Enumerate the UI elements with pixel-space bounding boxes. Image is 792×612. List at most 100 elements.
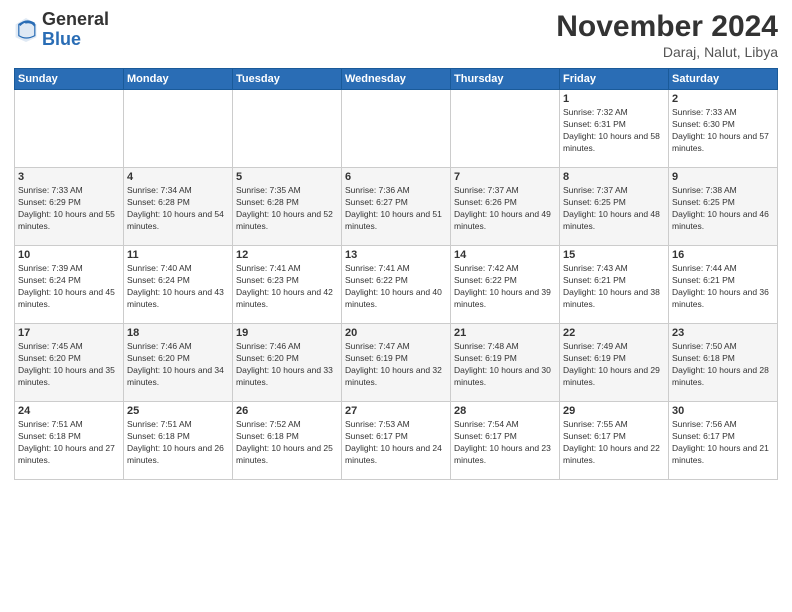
day-info-line: Sunrise: 7:56 AM xyxy=(672,419,774,431)
day-info-line: Sunset: 6:31 PM xyxy=(563,119,665,131)
calendar-cell-w3-d1: 10Sunrise: 7:39 AMSunset: 6:24 PMDayligh… xyxy=(15,246,124,324)
day-info-line: Sunset: 6:17 PM xyxy=(672,431,774,443)
day-info-line: Daylight: 10 hours and 29 minutes. xyxy=(563,365,665,389)
day-info-line: Sunrise: 7:49 AM xyxy=(563,341,665,353)
day-info-line: Sunset: 6:18 PM xyxy=(236,431,338,443)
day-info-line: Sunrise: 7:32 AM xyxy=(563,107,665,119)
day-number: 1 xyxy=(563,93,665,105)
day-info-line: Sunset: 6:20 PM xyxy=(127,353,229,365)
day-info-line: Daylight: 10 hours and 39 minutes. xyxy=(454,287,556,311)
day-info-line: Sunset: 6:24 PM xyxy=(18,275,120,287)
day-info-line: Sunrise: 7:51 AM xyxy=(18,419,120,431)
calendar-cell-w2-d6: 8Sunrise: 7:37 AMSunset: 6:25 PMDaylight… xyxy=(560,168,669,246)
day-info-line: Daylight: 10 hours and 46 minutes. xyxy=(672,209,774,233)
day-number: 20 xyxy=(345,327,447,339)
day-info-line: Sunrise: 7:50 AM xyxy=(672,341,774,353)
calendar-cell-w4-d3: 19Sunrise: 7:46 AMSunset: 6:20 PMDayligh… xyxy=(233,324,342,402)
calendar-cell-w4-d4: 20 Sunrise: 7:47 AMSunset: 6:19 PMDayligh… xyxy=(342,324,451,402)
day-number: 13 xyxy=(345,249,447,261)
day-number: 15 xyxy=(563,249,665,261)
day-info-line: Sunset: 6:25 PM xyxy=(563,197,665,209)
day-number: 18 xyxy=(127,327,229,339)
calendar-header-row: Sunday Monday Tuesday Wednesday Thursday… xyxy=(15,69,778,90)
day-info-line: Sunset: 6:18 PM xyxy=(672,353,774,365)
calendar-week-1: 1 Sunrise: 7:32 AMSunset: 6:31 PMDaylight… xyxy=(15,90,778,168)
day-info-line: Sunrise: 7:33 AM xyxy=(672,107,774,119)
day-info-line: Sunrise: 7:36 AM xyxy=(345,185,447,197)
day-number: 14 xyxy=(454,249,556,261)
day-info-line: Sunrise: 7:44 AM xyxy=(672,263,774,275)
day-info-line: Sunset: 6:19 PM xyxy=(454,353,556,365)
day-info-line: Daylight: 10 hours and 48 minutes. xyxy=(563,209,665,233)
calendar-cell-w4-d5: 21Sunrise: 7:48 AMSunset: 6:19 PMDayligh… xyxy=(451,324,560,402)
day-info-line: Daylight: 10 hours and 23 minutes. xyxy=(454,443,556,467)
day-number: 16 xyxy=(672,249,774,261)
day-info-line: Sunset: 6:20 PM xyxy=(236,353,338,365)
day-number: 28 xyxy=(454,405,556,417)
calendar-cell-w5-d7: 30Sunrise: 7:56 AMSunset: 6:17 PMDayligh… xyxy=(669,402,778,480)
day-info-line: Daylight: 10 hours and 54 minutes. xyxy=(127,209,229,233)
calendar-cell-w4-d6: 22Sunrise: 7:49 AMSunset: 6:19 PMDayligh… xyxy=(560,324,669,402)
header-thursday: Thursday xyxy=(451,69,560,90)
day-info-line: Sunrise: 7:46 AM xyxy=(127,341,229,353)
day-info-line: Sunset: 6:29 PM xyxy=(18,197,120,209)
day-info-line: Sunset: 6:19 PM xyxy=(563,353,665,365)
day-number: 11 xyxy=(127,249,229,261)
calendar-cell-w3-d5: 14Sunrise: 7:42 AMSunset: 6:22 PMDayligh… xyxy=(451,246,560,324)
day-number: 27 xyxy=(345,405,447,417)
day-info-line: Daylight: 10 hours and 24 minutes. xyxy=(345,443,447,467)
day-info-line: Sunset: 6:18 PM xyxy=(127,431,229,443)
day-number: 12 xyxy=(236,249,338,261)
day-info-line: Sunset: 6:23 PM xyxy=(236,275,338,287)
day-info-line: Daylight: 10 hours and 32 minutes. xyxy=(345,365,447,389)
calendar-cell-w2-d5: 7Sunrise: 7:37 AMSunset: 6:26 PMDaylight… xyxy=(451,168,560,246)
day-info-line: Sunrise: 7:54 AM xyxy=(454,419,556,431)
day-info-line: Sunset: 6:17 PM xyxy=(345,431,447,443)
day-number: 29 xyxy=(563,405,665,417)
day-info-line: Daylight: 10 hours and 34 minutes. xyxy=(127,365,229,389)
day-info-line: Sunset: 6:24 PM xyxy=(127,275,229,287)
calendar-cell-w2-d7: 9Sunrise: 7:38 AMSunset: 6:25 PMDaylight… xyxy=(669,168,778,246)
day-info-line: Sunset: 6:28 PM xyxy=(236,197,338,209)
day-info-line: Sunrise: 7:35 AM xyxy=(236,185,338,197)
day-number: 6 xyxy=(345,171,447,183)
day-info-line: Sunset: 6:17 PM xyxy=(454,431,556,443)
calendar-cell-w3-d7: 16Sunrise: 7:44 AMSunset: 6:21 PMDayligh… xyxy=(669,246,778,324)
calendar-cell-w2-d2: 4Sunrise: 7:34 AMSunset: 6:28 PMDaylight… xyxy=(124,168,233,246)
day-info-line: Sunrise: 7:53 AM xyxy=(345,419,447,431)
day-info-line: Daylight: 10 hours and 27 minutes. xyxy=(18,443,120,467)
day-info-line: Daylight: 10 hours and 51 minutes. xyxy=(345,209,447,233)
day-info-line: Sunrise: 7:41 AM xyxy=(236,263,338,275)
day-info-line: Daylight: 10 hours and 58 minutes. xyxy=(563,131,665,155)
calendar-cell-w3-d3: 12 Sunrise: 7:41 AMSunset: 6:23 PMDayligh… xyxy=(233,246,342,324)
day-info-line: Daylight: 10 hours and 49 minutes. xyxy=(454,209,556,233)
day-info-line: Sunrise: 7:46 AM xyxy=(236,341,338,353)
calendar-week-3: 10Sunrise: 7:39 AMSunset: 6:24 PMDayligh… xyxy=(15,246,778,324)
calendar-cell-w2-d3: 5Sunrise: 7:35 AMSunset: 6:28 PMDaylight… xyxy=(233,168,342,246)
calendar-cell-w5-d1: 24Sunrise: 7:51 AMSunset: 6:18 PMDayligh… xyxy=(15,402,124,480)
day-info-line: Sunrise: 7:38 AM xyxy=(672,185,774,197)
day-info-line: Daylight: 10 hours and 26 minutes. xyxy=(127,443,229,467)
day-info-line: Sunset: 6:22 PM xyxy=(345,275,447,287)
day-info-line: Daylight: 10 hours and 42 minutes. xyxy=(236,287,338,311)
day-info-line: Daylight: 10 hours and 22 minutes. xyxy=(563,443,665,467)
day-number: 3 xyxy=(18,171,120,183)
day-info-line: Daylight: 10 hours and 40 minutes. xyxy=(345,287,447,311)
day-info-line: Daylight: 10 hours and 30 minutes. xyxy=(454,365,556,389)
logo-text: General Blue xyxy=(42,10,109,50)
calendar-cell-w1-d6: 1 Sunrise: 7:32 AMSunset: 6:31 PMDaylight… xyxy=(560,90,669,168)
day-info-line: Sunrise: 7:55 AM xyxy=(563,419,665,431)
day-info-line: Sunrise: 7:52 AM xyxy=(236,419,338,431)
day-number: 8 xyxy=(563,171,665,183)
day-number: 17 xyxy=(18,327,120,339)
day-info-line: Sunrise: 7:47 AM xyxy=(345,341,447,353)
day-number: 19 xyxy=(236,327,338,339)
day-info-line: Sunset: 6:21 PM xyxy=(563,275,665,287)
day-info-line: Sunset: 6:28 PM xyxy=(127,197,229,209)
day-info-line: Sunset: 6:19 PM xyxy=(345,353,447,365)
day-info-line: Sunrise: 7:40 AM xyxy=(127,263,229,275)
day-info-line: Sunrise: 7:41 AM xyxy=(345,263,447,275)
day-number: 4 xyxy=(127,171,229,183)
day-info-line: Sunset: 6:17 PM xyxy=(563,431,665,443)
calendar-cell-w5-d4: 27 Sunrise: 7:53 AMSunset: 6:17 PMDayligh… xyxy=(342,402,451,480)
